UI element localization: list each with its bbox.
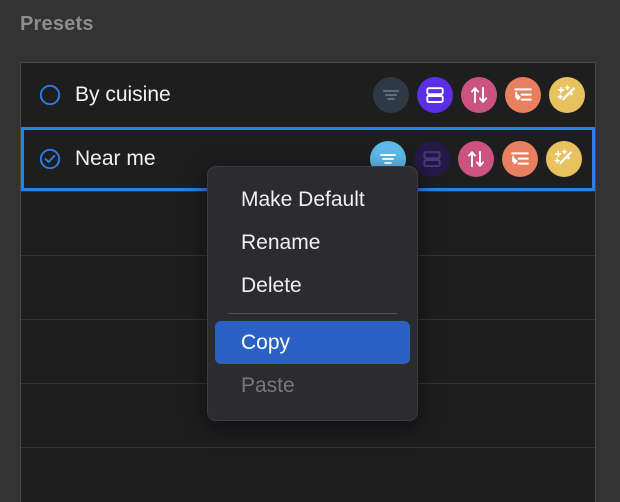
menu-separator	[228, 313, 397, 314]
radio-selected-check-icon[interactable]	[39, 148, 61, 170]
filter-icon	[379, 83, 403, 107]
menu-item-copy[interactable]: Copy	[215, 321, 410, 364]
subtask-indent-icon	[511, 83, 535, 107]
sort-badge[interactable]	[458, 141, 494, 177]
menu-item-rename[interactable]: Rename	[215, 221, 410, 264]
context-menu[interactable]: Make Default Rename Delete Copy Paste	[207, 166, 418, 421]
indent-badge[interactable]	[502, 141, 538, 177]
menu-item-paste: Paste	[241, 373, 295, 397]
magic-wand-icon	[552, 147, 576, 171]
group-badge[interactable]	[417, 77, 453, 113]
sort-arrows-icon	[464, 147, 488, 171]
group-rows-icon	[423, 83, 447, 107]
radio-unselected-icon[interactable]	[39, 84, 61, 106]
preset-row-label: Near me	[75, 147, 156, 170]
menu-item-make-default[interactable]: Make Default	[215, 178, 410, 221]
sort-arrows-icon	[467, 83, 491, 107]
preset-row[interactable]: By cuisine	[21, 63, 595, 127]
group-rows-icon	[420, 147, 444, 171]
magic-badge[interactable]	[549, 77, 585, 113]
indent-badge[interactable]	[505, 77, 541, 113]
sort-badge[interactable]	[461, 77, 497, 113]
filter-badge[interactable]	[373, 77, 409, 113]
preset-row-empty[interactable]	[21, 447, 595, 502]
page-title: Presets	[20, 13, 94, 35]
group-badge[interactable]	[414, 141, 450, 177]
preset-row-label: By cuisine	[75, 83, 171, 106]
magic-badge[interactable]	[546, 141, 582, 177]
menu-item-delete[interactable]: Delete	[215, 264, 410, 307]
preset-badge-group	[373, 77, 585, 113]
magic-wand-icon	[555, 83, 579, 107]
subtask-indent-icon	[508, 147, 532, 171]
